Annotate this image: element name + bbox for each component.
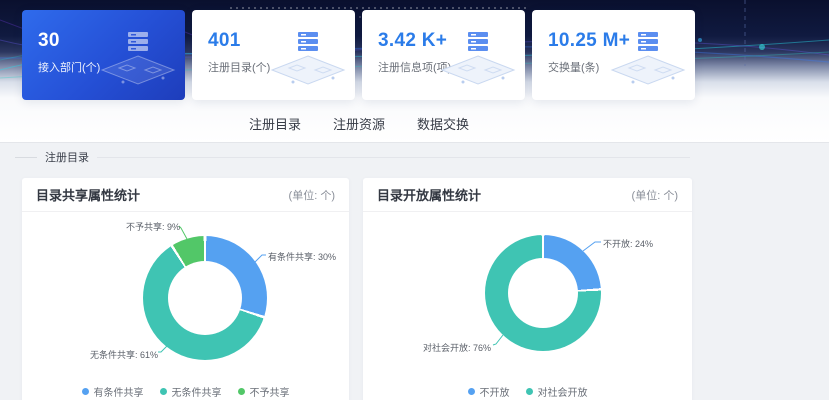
- server-platform-icon: [97, 26, 179, 88]
- section-divider-left: [15, 157, 37, 158]
- server-platform-icon: [607, 26, 689, 88]
- callout-label: 不予共享: 9%: [114, 220, 180, 233]
- section-header: 注册目录: [15, 149, 690, 165]
- chart-legend: 有条件共享 无条件共享 不予共享: [22, 384, 349, 399]
- tab-data-exchange[interactable]: 数据交换: [417, 112, 469, 135]
- legend-dot-icon: [160, 388, 167, 395]
- legend-item[interactable]: 无条件共享: [160, 384, 222, 399]
- legend-dot-icon: [468, 388, 475, 395]
- section-title: 注册目录: [45, 149, 89, 165]
- stat-card-info-items[interactable]: 3.42 K+ 注册信息项(项): [362, 10, 525, 100]
- callout-label: 对社会开放: 76%: [407, 341, 491, 354]
- legend-dot-icon: [526, 388, 533, 395]
- tab-register-resource[interactable]: 注册资源: [333, 112, 385, 135]
- panel-header: 目录开放属性统计 (单位: 个): [363, 178, 692, 212]
- callout-label: 不开放: 24%: [603, 237, 653, 250]
- panel-share-attribute: 目录共享属性统计 (单位: 个) 有条件共享: 30% 无条件共享: 61% 不…: [22, 178, 349, 400]
- donut-hole: [168, 261, 242, 335]
- legend-label: 有条件共享: [94, 384, 144, 399]
- section-divider-right: [97, 157, 690, 158]
- panel-open-attribute: 目录开放属性统计 (单位: 个) 不开放: 24% 对社会开放: 76% 不开放: [363, 178, 692, 400]
- legend-item[interactable]: 有条件共享: [82, 384, 144, 399]
- server-platform-icon: [267, 26, 349, 88]
- donut-hole: [508, 258, 578, 328]
- chart-panels: 目录共享属性统计 (单位: 个) 有条件共享: 30% 无条件共享: 61% 不…: [22, 178, 692, 400]
- legend-dot-icon: [238, 388, 245, 395]
- callout-label: 有条件共享: 30%: [268, 250, 336, 263]
- stat-card-exchange-volume[interactable]: 10.25 M+ 交换量(条): [532, 10, 695, 100]
- legend-dot-icon: [82, 388, 89, 395]
- legend-label: 不予共享: [250, 384, 290, 399]
- panel-title: 目录共享属性统计: [36, 185, 140, 204]
- donut-chart-share: 有条件共享: 30% 无条件共享: 61% 不予共享: 9% 有条件共享 无条件…: [22, 212, 349, 400]
- chart-legend: 不开放 对社会开放: [363, 384, 692, 399]
- stat-card-departments[interactable]: 30 接入部门(个): [22, 10, 185, 100]
- legend-item[interactable]: 不予共享: [238, 384, 290, 399]
- legend-item[interactable]: 不开放: [468, 384, 510, 399]
- tab-register-catalog[interactable]: 注册目录: [249, 112, 301, 135]
- horizontal-divider: [0, 142, 829, 143]
- panel-header: 目录共享属性统计 (单位: 个): [22, 178, 349, 212]
- dashboard-page: 30 接入部门(个) 401 注册目录(个): [0, 0, 829, 400]
- legend-label: 不开放: [480, 384, 510, 399]
- legend-label: 无条件共享: [172, 384, 222, 399]
- panel-unit-label: (单位: 个): [289, 187, 335, 203]
- legend-label: 对社会开放: [538, 384, 588, 399]
- legend-item[interactable]: 对社会开放: [526, 384, 588, 399]
- tab-bar: 注册目录 注册资源 数据交换: [22, 112, 696, 135]
- stat-cards: 30 接入部门(个) 401 注册目录(个): [22, 10, 695, 100]
- stat-card-catalogs[interactable]: 401 注册目录(个): [192, 10, 355, 100]
- panel-title: 目录开放属性统计: [377, 185, 481, 204]
- donut-chart-open: 不开放: 24% 对社会开放: 76% 不开放 对社会开放: [363, 212, 692, 400]
- panel-unit-label: (单位: 个): [632, 187, 678, 203]
- server-platform-icon: [437, 26, 519, 88]
- callout-label: 无条件共享: 61%: [72, 348, 158, 361]
